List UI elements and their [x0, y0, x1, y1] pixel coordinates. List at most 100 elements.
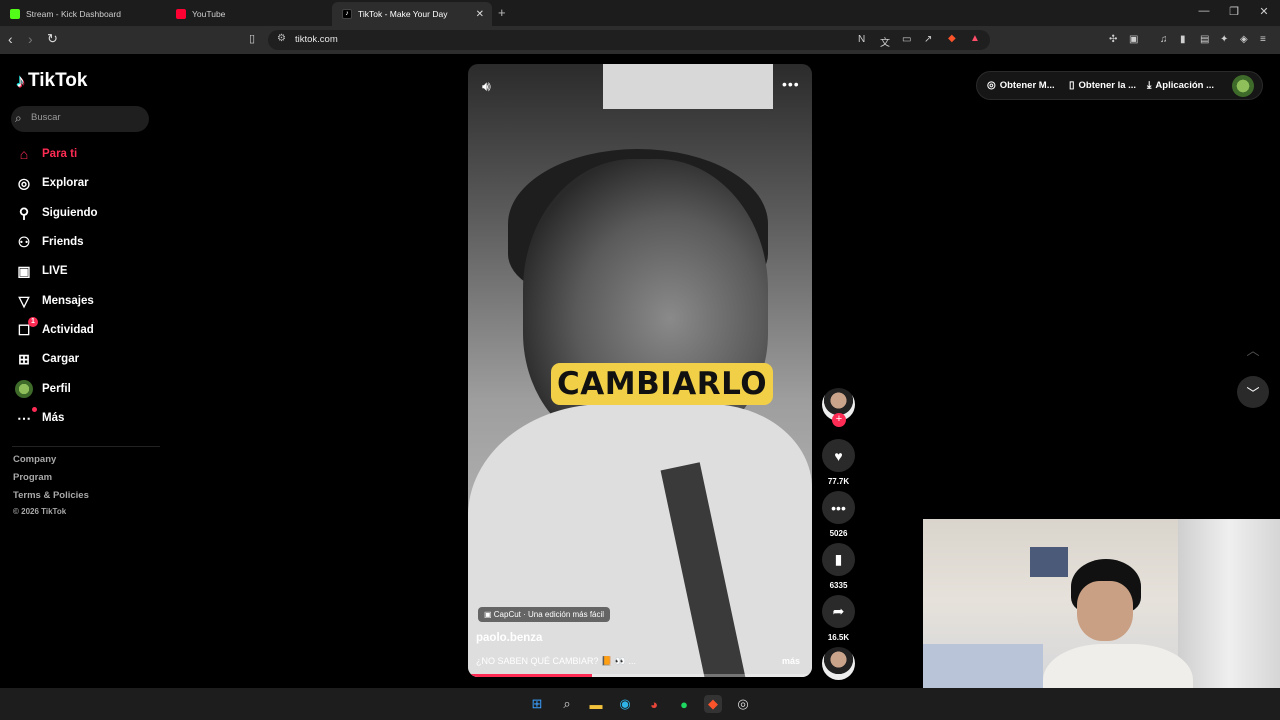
close-tab-icon[interactable]: ✕: [476, 9, 484, 20]
comment-action[interactable]: ••• 5026: [822, 491, 855, 538]
file-explorer-icon[interactable]: ▬: [587, 695, 605, 713]
sidebar-item-label: Mensajes: [42, 295, 94, 307]
share-icon[interactable]: ↗: [924, 34, 932, 45]
sidebar-item-live[interactable]: ▣ LIVE: [14, 260, 67, 282]
edge-icon[interactable]: ◉: [616, 695, 634, 713]
tab-youtube[interactable]: YouTube: [166, 2, 332, 26]
tiktok-icon: ♪: [342, 9, 352, 19]
save-action[interactable]: ▮ 6335: [822, 543, 855, 590]
messages-icon: ▽: [18, 292, 30, 309]
chevron-down-icon: ﹀: [1246, 385, 1260, 401]
address-bar[interactable]: ⚙ tiktok.com N 文 ▭ ↗ ◆ ▲: [268, 30, 990, 50]
reload-icon[interactable]: ↻: [47, 31, 58, 47]
previous-video-button[interactable]: ︿: [1237, 333, 1269, 365]
search-input[interactable]: [29, 111, 139, 124]
sidebar-item-label: Friends: [42, 236, 84, 248]
capcut-tag[interactable]: ▣ CapCut · Una edición más fácil: [478, 607, 611, 622]
new-tab-button[interactable]: +: [498, 5, 506, 20]
menu-icon[interactable]: ≡: [1260, 34, 1266, 45]
spotify-icon[interactable]: ●: [675, 695, 693, 713]
tiktok-logo[interactable]: ♪ TikTok: [16, 70, 87, 92]
media-icon[interactable]: ♫: [1160, 34, 1168, 45]
os-taskbar: ⊞ ⌕ ▬ ◉ ◕ ● ◆ ◎: [0, 688, 1280, 720]
sidebar-item-para-ti[interactable]: ⌂ Para ti: [14, 143, 77, 165]
brave-shield-icon[interactable]: ◆: [948, 33, 956, 44]
music-disc-button[interactable]: [822, 647, 855, 680]
desktop-app-button[interactable]: ⤓ Aplicación ...: [1147, 80, 1214, 91]
footer-link-company[interactable]: Company: [13, 454, 56, 465]
capcut-icon: ▣: [484, 610, 494, 619]
video-background: [603, 64, 773, 109]
start-icon[interactable]: ⊞: [528, 695, 546, 713]
bookmark-icon[interactable]: ▮: [822, 543, 855, 576]
no-tracking-icon[interactable]: N: [858, 34, 865, 45]
next-video-button[interactable]: ﹀: [1237, 376, 1269, 408]
button-label: Aplicación ...: [1155, 80, 1215, 91]
reader-icon[interactable]: ▮: [1180, 34, 1186, 45]
share-arrow-icon[interactable]: ➦: [822, 595, 855, 628]
brave-rewards-icon[interactable]: ▲: [970, 33, 980, 44]
sidebar-item-perfil[interactable]: Perfil: [14, 378, 71, 400]
like-count: 77.7K: [827, 477, 850, 486]
video-progress-bar[interactable]: [468, 674, 812, 677]
sidebar-item-cargar[interactable]: ⊞ Cargar: [14, 348, 79, 370]
share-action[interactable]: ➦ 16.5K: [822, 595, 855, 642]
browser-toolbar: ‹ › ↻ ▯ ⚙ tiktok.com N 文 ▭ ↗ ◆ ▲ ✣ ▣ ♫ ▮…: [0, 26, 1280, 54]
volume-icon[interactable]: 🔊︎: [482, 78, 491, 95]
search-taskbar-icon[interactable]: ⌕: [558, 695, 576, 713]
sidebar-item-friends[interactable]: ⚇ Friends: [14, 231, 84, 253]
creator-avatar-button[interactable]: +: [822, 388, 855, 427]
download-icon: ⤓: [1147, 80, 1152, 91]
search-box[interactable]: ⌕: [11, 106, 149, 132]
sidebar-item-mensajes[interactable]: ▽ Mensajes: [14, 290, 94, 312]
sidebar-item-mas[interactable]: ⋯ Más: [14, 407, 64, 429]
friends-icon: ⚇: [17, 233, 31, 250]
leo-ai-icon[interactable]: ✦: [1220, 34, 1228, 45]
video-player[interactable]: 🔊︎ ••• CAMBIARLO ▣ CapCut · Una edición …: [468, 64, 812, 677]
maximize-button[interactable]: ❐: [1224, 5, 1244, 18]
back-icon[interactable]: ‹: [8, 31, 13, 47]
notification-dot: [32, 407, 37, 412]
streamer-face: [1077, 581, 1133, 641]
more-description-button[interactable]: más: [782, 656, 800, 666]
video-author[interactable]: paolo.benza: [476, 632, 542, 644]
vpn-icon[interactable]: ◈: [1240, 34, 1248, 45]
comment-count: 5026: [829, 529, 848, 538]
more-options-icon[interactable]: •••: [782, 76, 800, 92]
like-action[interactable]: ♥ 77.7K: [822, 439, 855, 486]
sidebar-item-explorar[interactable]: ◎ Explorar: [14, 172, 89, 194]
sidebar-panel-icon[interactable]: ▣: [1129, 34, 1138, 45]
comment-icon[interactable]: •••: [822, 491, 855, 524]
notification-badge: 1: [28, 317, 38, 327]
cast-icon[interactable]: ▭: [902, 34, 911, 45]
sidebar-item-label: Cargar: [42, 353, 80, 365]
chrome-icon[interactable]: ◕: [645, 695, 663, 713]
tab-kick[interactable]: Stream - Kick Dashboard: [0, 2, 166, 26]
extensions-icon[interactable]: ✣: [1109, 34, 1117, 45]
sidebar-item-actividad[interactable]: ☐ 1 Actividad: [14, 317, 94, 341]
follow-plus-icon[interactable]: +: [832, 413, 846, 427]
get-coins-button[interactable]: ◎ Obtener M...: [987, 80, 1055, 91]
wallet-icon[interactable]: ▤: [1200, 34, 1209, 45]
forward-icon[interactable]: ›: [28, 31, 33, 47]
sidebar-divider: [12, 446, 160, 447]
heart-icon[interactable]: ♥: [822, 439, 855, 472]
sidebar-item-siguiendo[interactable]: ⚲ Siguiendo: [14, 202, 98, 224]
site-info-icon[interactable]: ⚙: [277, 33, 286, 44]
bookmark-icon[interactable]: ▯: [249, 32, 255, 45]
footer-link-terms[interactable]: Terms & Policies: [13, 490, 89, 501]
close-window-button[interactable]: ✕: [1254, 5, 1274, 18]
youtube-icon: [176, 9, 186, 19]
translate-icon[interactable]: 文: [880, 34, 890, 49]
obs-icon[interactable]: ◎: [734, 695, 752, 713]
sidebar-item-label: Más: [42, 412, 65, 424]
sidebar-item-label: Perfil: [42, 383, 71, 395]
more-icon: ⋯: [14, 407, 37, 428]
user-avatar[interactable]: [1232, 75, 1254, 97]
get-app-button[interactable]: ▯ Obtener la ...: [1069, 80, 1136, 91]
footer-link-program[interactable]: Program: [13, 472, 52, 483]
minimize-button[interactable]: —: [1194, 5, 1214, 17]
tab-tiktok[interactable]: ♪ TikTok - Make Your Day ✕: [332, 2, 492, 26]
brave-icon[interactable]: ◆: [704, 695, 722, 713]
video-progress-fill: [468, 674, 592, 677]
